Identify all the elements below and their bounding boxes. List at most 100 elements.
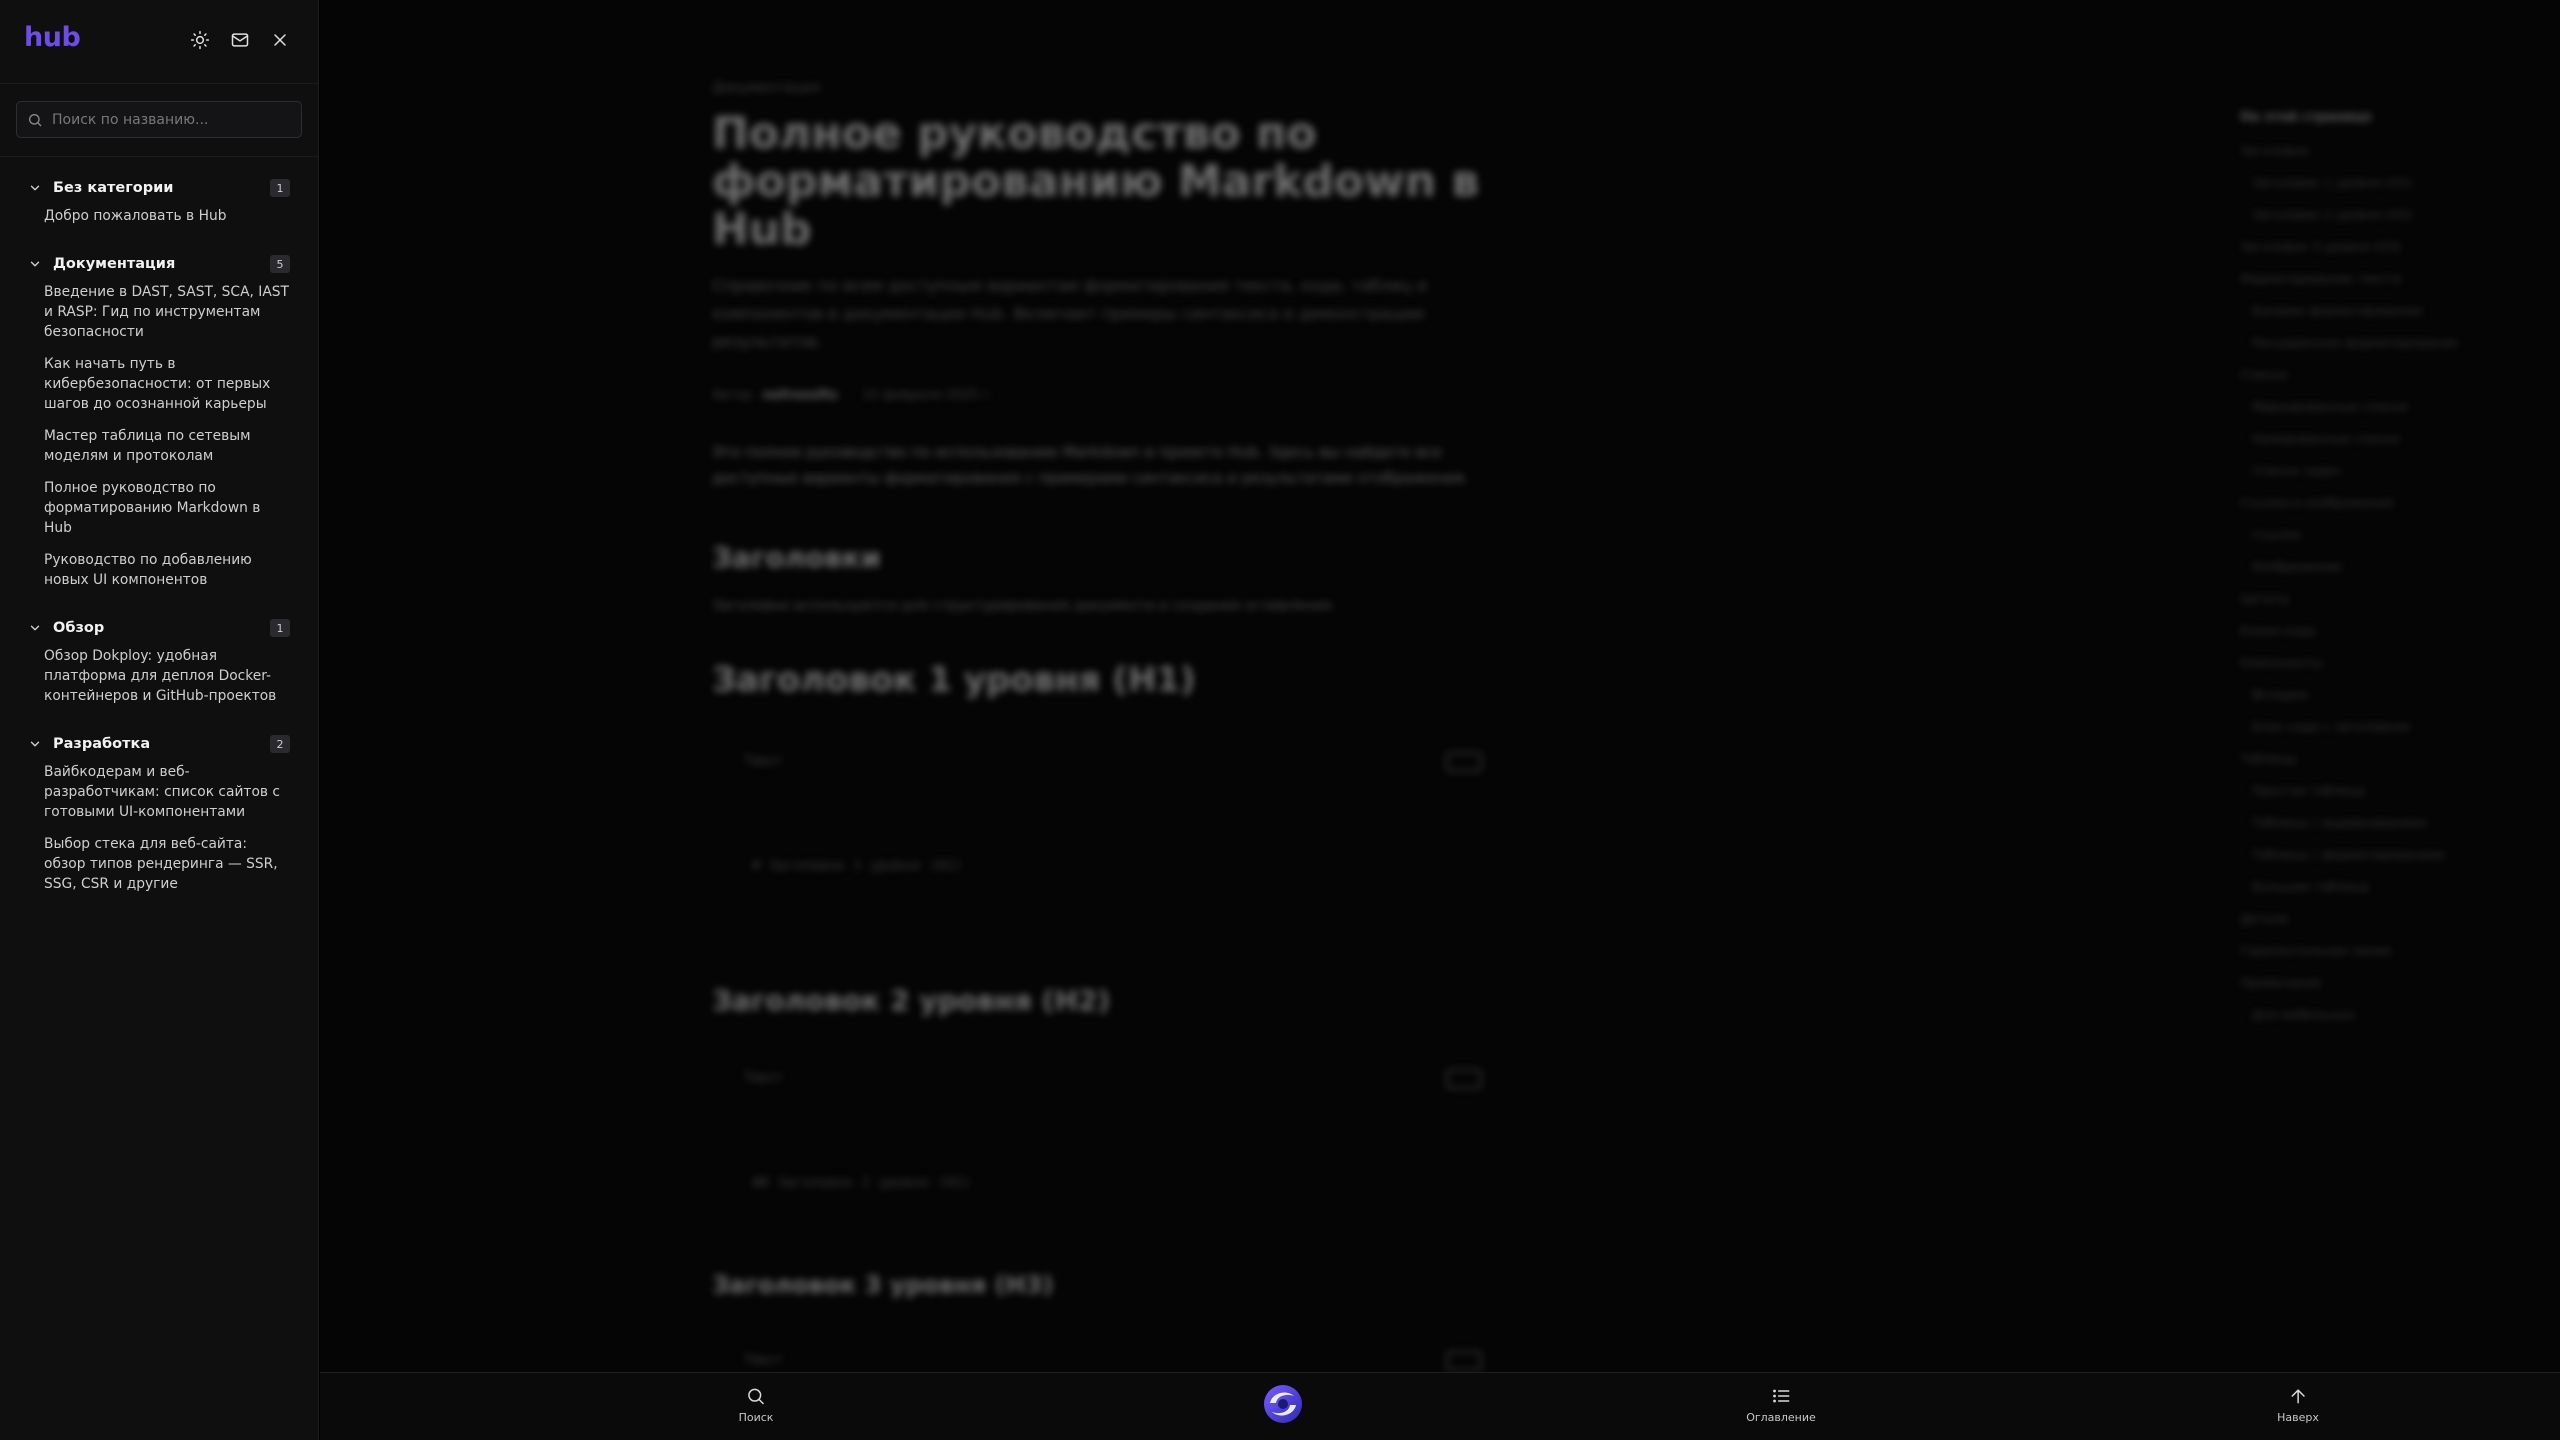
- category-group: Без категории 1 Добро пожаловать в Hub: [0, 176, 318, 242]
- toc-item[interactable]: Заголовки: [2240, 143, 2500, 175]
- sidebar-article-link[interactable]: Руководство по добавлению новых UI компо…: [0, 550, 318, 590]
- category-title: Документация: [53, 256, 176, 272]
- bottom-search-button[interactable]: Поиск: [738, 1386, 774, 1424]
- chevron-down-icon: [28, 180, 44, 196]
- sidebar-article-link[interactable]: Выбор стека для веб-сайта: обзор типов р…: [0, 834, 318, 894]
- sidebar-header-actions: [188, 28, 292, 52]
- category-count-badge: 5: [270, 255, 290, 273]
- toc-item[interactable]: Примечания: [2240, 975, 2500, 1007]
- section-text: Заголовки используются для структурирова…: [712, 598, 1336, 614]
- article-meta: Автор nefrosofts 15 февраля 2025 г.: [712, 388, 1492, 403]
- category-header[interactable]: Обзор 1: [0, 616, 318, 640]
- chevron-down-icon: [28, 620, 44, 636]
- category-count-badge: 1: [270, 619, 290, 637]
- sun-icon[interactable]: [188, 28, 212, 52]
- toc-item[interactable]: Форматирование текста: [2240, 271, 2500, 303]
- toc-item[interactable]: Простая таблица: [2240, 783, 2500, 815]
- breadcrumb[interactable]: Документация: [712, 80, 1492, 96]
- category-items: Обзор Dokploy: удобная платформа для деп…: [0, 640, 318, 722]
- category-title: Разработка: [53, 736, 151, 752]
- toc-item[interactable]: Заголовок 1 уровня (H1): [2240, 175, 2500, 207]
- code-block-label: Текст: [744, 1353, 783, 1368]
- toc-item[interactable]: Цитаты: [2240, 591, 2500, 623]
- toc-item[interactable]: Блоки кода: [2240, 623, 2500, 655]
- toc-item[interactable]: Нумерованные списки: [2240, 431, 2500, 463]
- code-block-label: Текст: [744, 1071, 783, 1086]
- copy-icon[interactable]: [1446, 1351, 1482, 1371]
- toc-item[interactable]: Большая таблица: [2240, 879, 2500, 911]
- toc-item[interactable]: Ссылки и изображения: [2240, 495, 2500, 527]
- toc-item[interactable]: Списки задач: [2240, 463, 2500, 495]
- toc-item[interactable]: Блок кода с заголовком: [2240, 719, 2500, 751]
- sidebar-search-wrap: [0, 84, 318, 157]
- category-items: Добро пожаловать в Hub: [0, 200, 318, 242]
- copy-icon[interactable]: [1446, 1069, 1482, 1089]
- publish-date: 15 февраля 2025 г.: [861, 388, 995, 403]
- bottom-top-button[interactable]: Наверх: [2277, 1386, 2319, 1424]
- demo-heading-h2: Заголовок 2 уровня (H2): [712, 984, 1111, 1017]
- toc-item[interactable]: Заголовок 2 уровня (H2): [2240, 207, 2500, 239]
- toc-item[interactable]: Ссылки: [2240, 527, 2500, 559]
- toc-item[interactable]: Таблицы: [2240, 751, 2500, 783]
- sidebar-article-link[interactable]: Мастер таблица по сетевым моделям и прот…: [0, 426, 318, 466]
- toc-list: Заголовки Заголовок 1 уровня (H1) Заголово…: [2240, 143, 2500, 1039]
- copy-icon[interactable]: [1446, 752, 1482, 772]
- demo-heading-h3: Заголовок 3 уровня (H3): [712, 1271, 1054, 1299]
- toc-item[interactable]: Таблица с выравниванием: [2240, 815, 2500, 847]
- toc-item[interactable]: Для мобильных: [2240, 1007, 2500, 1039]
- toc-item[interactable]: Маркированные списки: [2240, 399, 2500, 431]
- sidebar-article-link[interactable]: Добро пожаловать в Hub: [0, 206, 318, 226]
- search-icon: [748, 1388, 765, 1405]
- category-group: Документация 5 Введение в DAST, SAST, SC…: [0, 252, 318, 606]
- author-name[interactable]: nefrosofts: [762, 388, 837, 403]
- search-icon: [29, 113, 42, 126]
- bottom-top-label: Наверх: [2277, 1411, 2319, 1424]
- sidebar: hub Без категории 1: [0, 0, 319, 1440]
- sidebar-article-link[interactable]: Обзор Dokploy: удобная платформа для деп…: [0, 646, 318, 706]
- code-block-header: Текст: [712, 1339, 1492, 1372]
- code-block-label: Текст: [744, 754, 783, 769]
- sidebar-article-link[interactable]: Введение в DAST, SAST, SCA, IAST и RASP:…: [0, 282, 318, 342]
- category-count-badge: 1: [270, 179, 290, 197]
- bottom-nav-bar: Поиск Оглавление Наверх: [320, 1372, 2560, 1440]
- toc-item[interactable]: Расширенное форматирование: [2240, 335, 2500, 367]
- chevron-down-icon: [28, 256, 44, 272]
- search-input[interactable]: [52, 111, 291, 128]
- bottom-toc-label: Оглавление: [1746, 1411, 1816, 1424]
- toc-item[interactable]: Вкладки: [2240, 687, 2500, 719]
- toc-item[interactable]: Заголовок 3 уровня (H3): [2240, 239, 2500, 271]
- code-block-header: Текст: [712, 740, 1492, 788]
- bottom-search-label: Поиск: [738, 1411, 774, 1424]
- app-swirl-logo[interactable]: [1262, 1383, 1304, 1425]
- toc-item[interactable]: Списки: [2240, 367, 2500, 399]
- category-header[interactable]: Документация 5: [0, 252, 318, 276]
- toc-item[interactable]: Изображения: [2240, 559, 2500, 591]
- sidebar-nav: Без категории 1 Добро пожаловать в Hub Д…: [0, 157, 318, 910]
- sidebar-article-link[interactable]: Вайбкодерам и веб-разработчикам: список …: [0, 762, 318, 822]
- toc-item[interactable]: Компоненты: [2240, 655, 2500, 687]
- category-header[interactable]: Разработка 2: [0, 732, 318, 756]
- sidebar-article-link[interactable]: Как начать путь в кибербезопасности: от …: [0, 354, 318, 414]
- code-line: ## Заголовок 2 уровня (H2): [752, 1175, 972, 1191]
- sidebar-header: hub: [0, 0, 318, 84]
- category-group: Обзор 1 Обзор Dokploy: удобная платформа…: [0, 616, 318, 722]
- category-header[interactable]: Без категории 1: [0, 176, 318, 200]
- list-icon: [1772, 1389, 1790, 1403]
- category-items: Введение в DAST, SAST, SCA, IAST и RASP:…: [0, 276, 318, 606]
- category-title: Обзор: [53, 620, 105, 636]
- toc-item[interactable]: Таблица с форматированием: [2240, 847, 2500, 879]
- demo-heading-h1: Заголовок 1 уровня (H1): [712, 660, 1196, 700]
- article: Документация Полное руководство по форма…: [712, 80, 1492, 1372]
- hub-logo[interactable]: hub: [24, 22, 81, 53]
- category-items: Вайбкодерам и веб-разработчикам: список …: [0, 756, 318, 910]
- toc-item[interactable]: Детали: [2240, 911, 2500, 943]
- sidebar-search[interactable]: [16, 101, 302, 138]
- mail-icon[interactable]: [228, 28, 252, 52]
- toc-item[interactable]: Базовое форматирование: [2240, 303, 2500, 335]
- close-icon[interactable]: [268, 28, 292, 52]
- section-heading: Заголовки: [712, 541, 881, 574]
- bottom-toc-button[interactable]: Оглавление: [1746, 1386, 1816, 1424]
- sidebar-article-link[interactable]: Полное руководство по форматированию Mar…: [0, 478, 318, 538]
- toc-item[interactable]: Горизонтальная линия: [2240, 943, 2500, 975]
- code-block-header: Текст: [712, 1057, 1492, 1105]
